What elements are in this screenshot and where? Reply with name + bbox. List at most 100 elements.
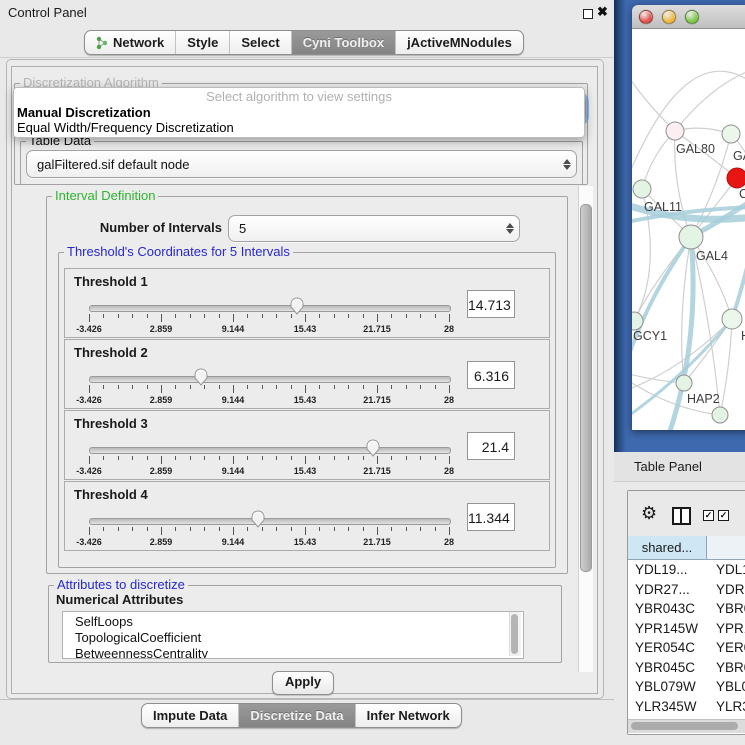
slider-tick-label: 9.144 bbox=[222, 324, 245, 334]
tab-label: Impute Data bbox=[153, 708, 227, 723]
cyni-mode-tabs: Impute Data Discretize Data Infer Network bbox=[141, 703, 462, 728]
slider-tick-label: 2.859 bbox=[150, 324, 173, 334]
tab-cyni-toolbox[interactable]: Cyni Toolbox bbox=[292, 31, 396, 54]
algorithm-option[interactable]: Equal Width/Frequency Discretization bbox=[14, 120, 584, 135]
threshold-value-field[interactable]: 6.316 bbox=[467, 361, 515, 389]
table-row[interactable]: YBR043CYBR0 bbox=[628, 599, 745, 619]
column-layout-icon[interactable] bbox=[672, 507, 691, 525]
table-row[interactable]: YDR27...YDR2 bbox=[628, 580, 745, 600]
float-window-icon[interactable] bbox=[583, 9, 593, 19]
attribute-list-item[interactable]: SelfLoops bbox=[63, 612, 523, 630]
slider-tick-label: 15.43 bbox=[294, 537, 317, 547]
table-hscrollbar-track[interactable] bbox=[628, 719, 745, 733]
table-row[interactable]: YER054CYER0 bbox=[628, 638, 745, 658]
threshold-panel: Threshold 1 -3.4262.8599.14415.4321.7152… bbox=[64, 268, 550, 338]
network-edge[interactable] bbox=[732, 234, 745, 319]
tab-impute-data[interactable]: Impute Data bbox=[142, 704, 239, 727]
gear-icon[interactable]: ⚙ bbox=[641, 503, 657, 524]
panel-divider bbox=[0, 57, 614, 58]
number-of-intervals-label: Number of Intervals bbox=[70, 220, 222, 235]
panel-scrollbar-thumb[interactable] bbox=[580, 204, 592, 572]
tab-network[interactable]: Network bbox=[85, 31, 176, 54]
table-row[interactable]: YBR045CYBR0 bbox=[628, 658, 745, 678]
threshold-label: Threshold 4 bbox=[74, 487, 148, 502]
table-row[interactable]: YPR145WYPR1 bbox=[628, 619, 745, 639]
threshold-value-field[interactable]: 14.713 bbox=[467, 290, 515, 318]
slider-tick-label: 2.859 bbox=[150, 537, 173, 547]
close-icon[interactable]: ✖ bbox=[597, 4, 608, 20]
network-node-red-node[interactable] bbox=[727, 168, 745, 188]
network-node-label: GAL80 bbox=[676, 142, 715, 156]
popup-header: Select algorithm to view settings bbox=[14, 89, 584, 105]
tab-jactivemnodules[interactable]: jActiveMNodules bbox=[396, 31, 523, 54]
table-cell: YER054C bbox=[628, 638, 707, 658]
attribute-list-item[interactable]: TopologicalCoefficient bbox=[63, 630, 523, 646]
network-edge[interactable] bbox=[691, 237, 720, 415]
tab-label: Style bbox=[187, 35, 218, 50]
algorithm-dropdown-popup: Select algorithm to view settings Manual… bbox=[13, 87, 585, 138]
slider-tick-label: 28 bbox=[444, 324, 454, 334]
threshold-value-field[interactable]: 11.344 bbox=[467, 503, 515, 531]
table-hscrollbar-thumb[interactable] bbox=[631, 722, 738, 730]
threshold-panel: Threshold 3 -3.4262.8599.14415.4321.7152… bbox=[64, 410, 550, 480]
table-row[interactable]: YDL19...YDL1 bbox=[628, 560, 745, 580]
numerical-attributes-list[interactable]: SelfLoopsTopologicalCoefficientBetweenne… bbox=[62, 611, 524, 659]
threshold-slider-thumb[interactable] bbox=[250, 509, 266, 529]
close-light-icon[interactable] bbox=[639, 10, 653, 24]
algorithm-option[interactable]: Manual Discretization bbox=[14, 105, 584, 120]
tab-select[interactable]: Select bbox=[230, 31, 291, 54]
checkbox-icon[interactable]: ✓ bbox=[718, 510, 729, 521]
tab-infer-network[interactable]: Infer Network bbox=[356, 704, 461, 727]
network-node-gal11[interactable] bbox=[633, 180, 651, 198]
tab-label: Infer Network bbox=[367, 708, 450, 723]
threshold-slider-track[interactable] bbox=[89, 447, 451, 454]
table-cell: YBL079W bbox=[628, 677, 707, 697]
minimize-light-icon[interactable] bbox=[662, 10, 676, 24]
network-node-bottom-node[interactable] bbox=[712, 407, 728, 423]
threshold-slider-track[interactable] bbox=[89, 518, 451, 525]
network-window-titlebar bbox=[632, 5, 745, 29]
threshold-slider-thumb[interactable] bbox=[289, 296, 305, 316]
threshold-slider-thumb[interactable] bbox=[193, 367, 209, 387]
table-row[interactable]: YBL079WYBL0 bbox=[628, 677, 745, 697]
network-node-label: GCY1 bbox=[633, 329, 667, 343]
apply-button[interactable]: Apply bbox=[272, 671, 334, 695]
thresholds-title: Threshold's Coordinates for 5 Intervals bbox=[64, 245, 293, 259]
table-cell: YDR27... bbox=[628, 580, 707, 600]
table-header-row: shared...na bbox=[628, 536, 745, 560]
number-of-intervals-combobox[interactable]: 5 bbox=[228, 215, 520, 242]
number-of-intervals-value: 5 bbox=[229, 221, 501, 236]
threshold-slider-track[interactable] bbox=[89, 376, 451, 383]
table-cell: YDL1 bbox=[707, 560, 745, 580]
threshold-slider-thumb[interactable] bbox=[365, 438, 381, 458]
interval-definition-title: Interval Definition bbox=[52, 189, 158, 203]
tab-style[interactable]: Style bbox=[176, 31, 230, 54]
slider-tick-label: 2.859 bbox=[150, 466, 173, 476]
network-node-gal4[interactable] bbox=[679, 225, 703, 249]
network-node-h-node[interactable] bbox=[722, 309, 742, 329]
network-edge[interactable] bbox=[642, 131, 675, 189]
network-canvas[interactable]: GAL80GACGAL11GAL4GCY1HHAP2 bbox=[632, 29, 745, 430]
network-node-g-top[interactable] bbox=[722, 125, 740, 143]
table-column-header[interactable]: shared... bbox=[628, 536, 707, 560]
tab-label: Select bbox=[241, 35, 279, 50]
threshold-slider-track[interactable] bbox=[89, 305, 451, 312]
table-data-combobox[interactable]: galFiltered.sif default node bbox=[26, 150, 577, 178]
checkbox-icon[interactable]: ✓ bbox=[703, 510, 714, 521]
attribute-list-item[interactable]: BetweennessCentrality bbox=[63, 646, 523, 659]
list-scrollbar-thumb[interactable] bbox=[511, 614, 518, 654]
network-node-gal80[interactable] bbox=[666, 122, 684, 140]
tab-discretize-data[interactable]: Discretize Data bbox=[239, 704, 355, 727]
zoom-light-icon[interactable] bbox=[685, 10, 699, 24]
slider-tick-label: 21.715 bbox=[363, 537, 391, 547]
threshold-value-field[interactable]: 21.4 bbox=[467, 432, 515, 460]
attributes-title: Attributes to discretize bbox=[54, 578, 188, 592]
numerical-attributes-label: Numerical Attributes bbox=[56, 592, 183, 607]
table-cell: YBR045C bbox=[628, 658, 707, 678]
table-cell: YPR1 bbox=[707, 619, 745, 639]
table-column-header[interactable]: na bbox=[707, 536, 745, 560]
window-title: Control Panel bbox=[8, 5, 87, 20]
network-edge[interactable] bbox=[675, 69, 745, 131]
network-node-hap2[interactable] bbox=[676, 375, 692, 391]
table-row[interactable]: YLR345WYLR3 bbox=[628, 697, 745, 717]
